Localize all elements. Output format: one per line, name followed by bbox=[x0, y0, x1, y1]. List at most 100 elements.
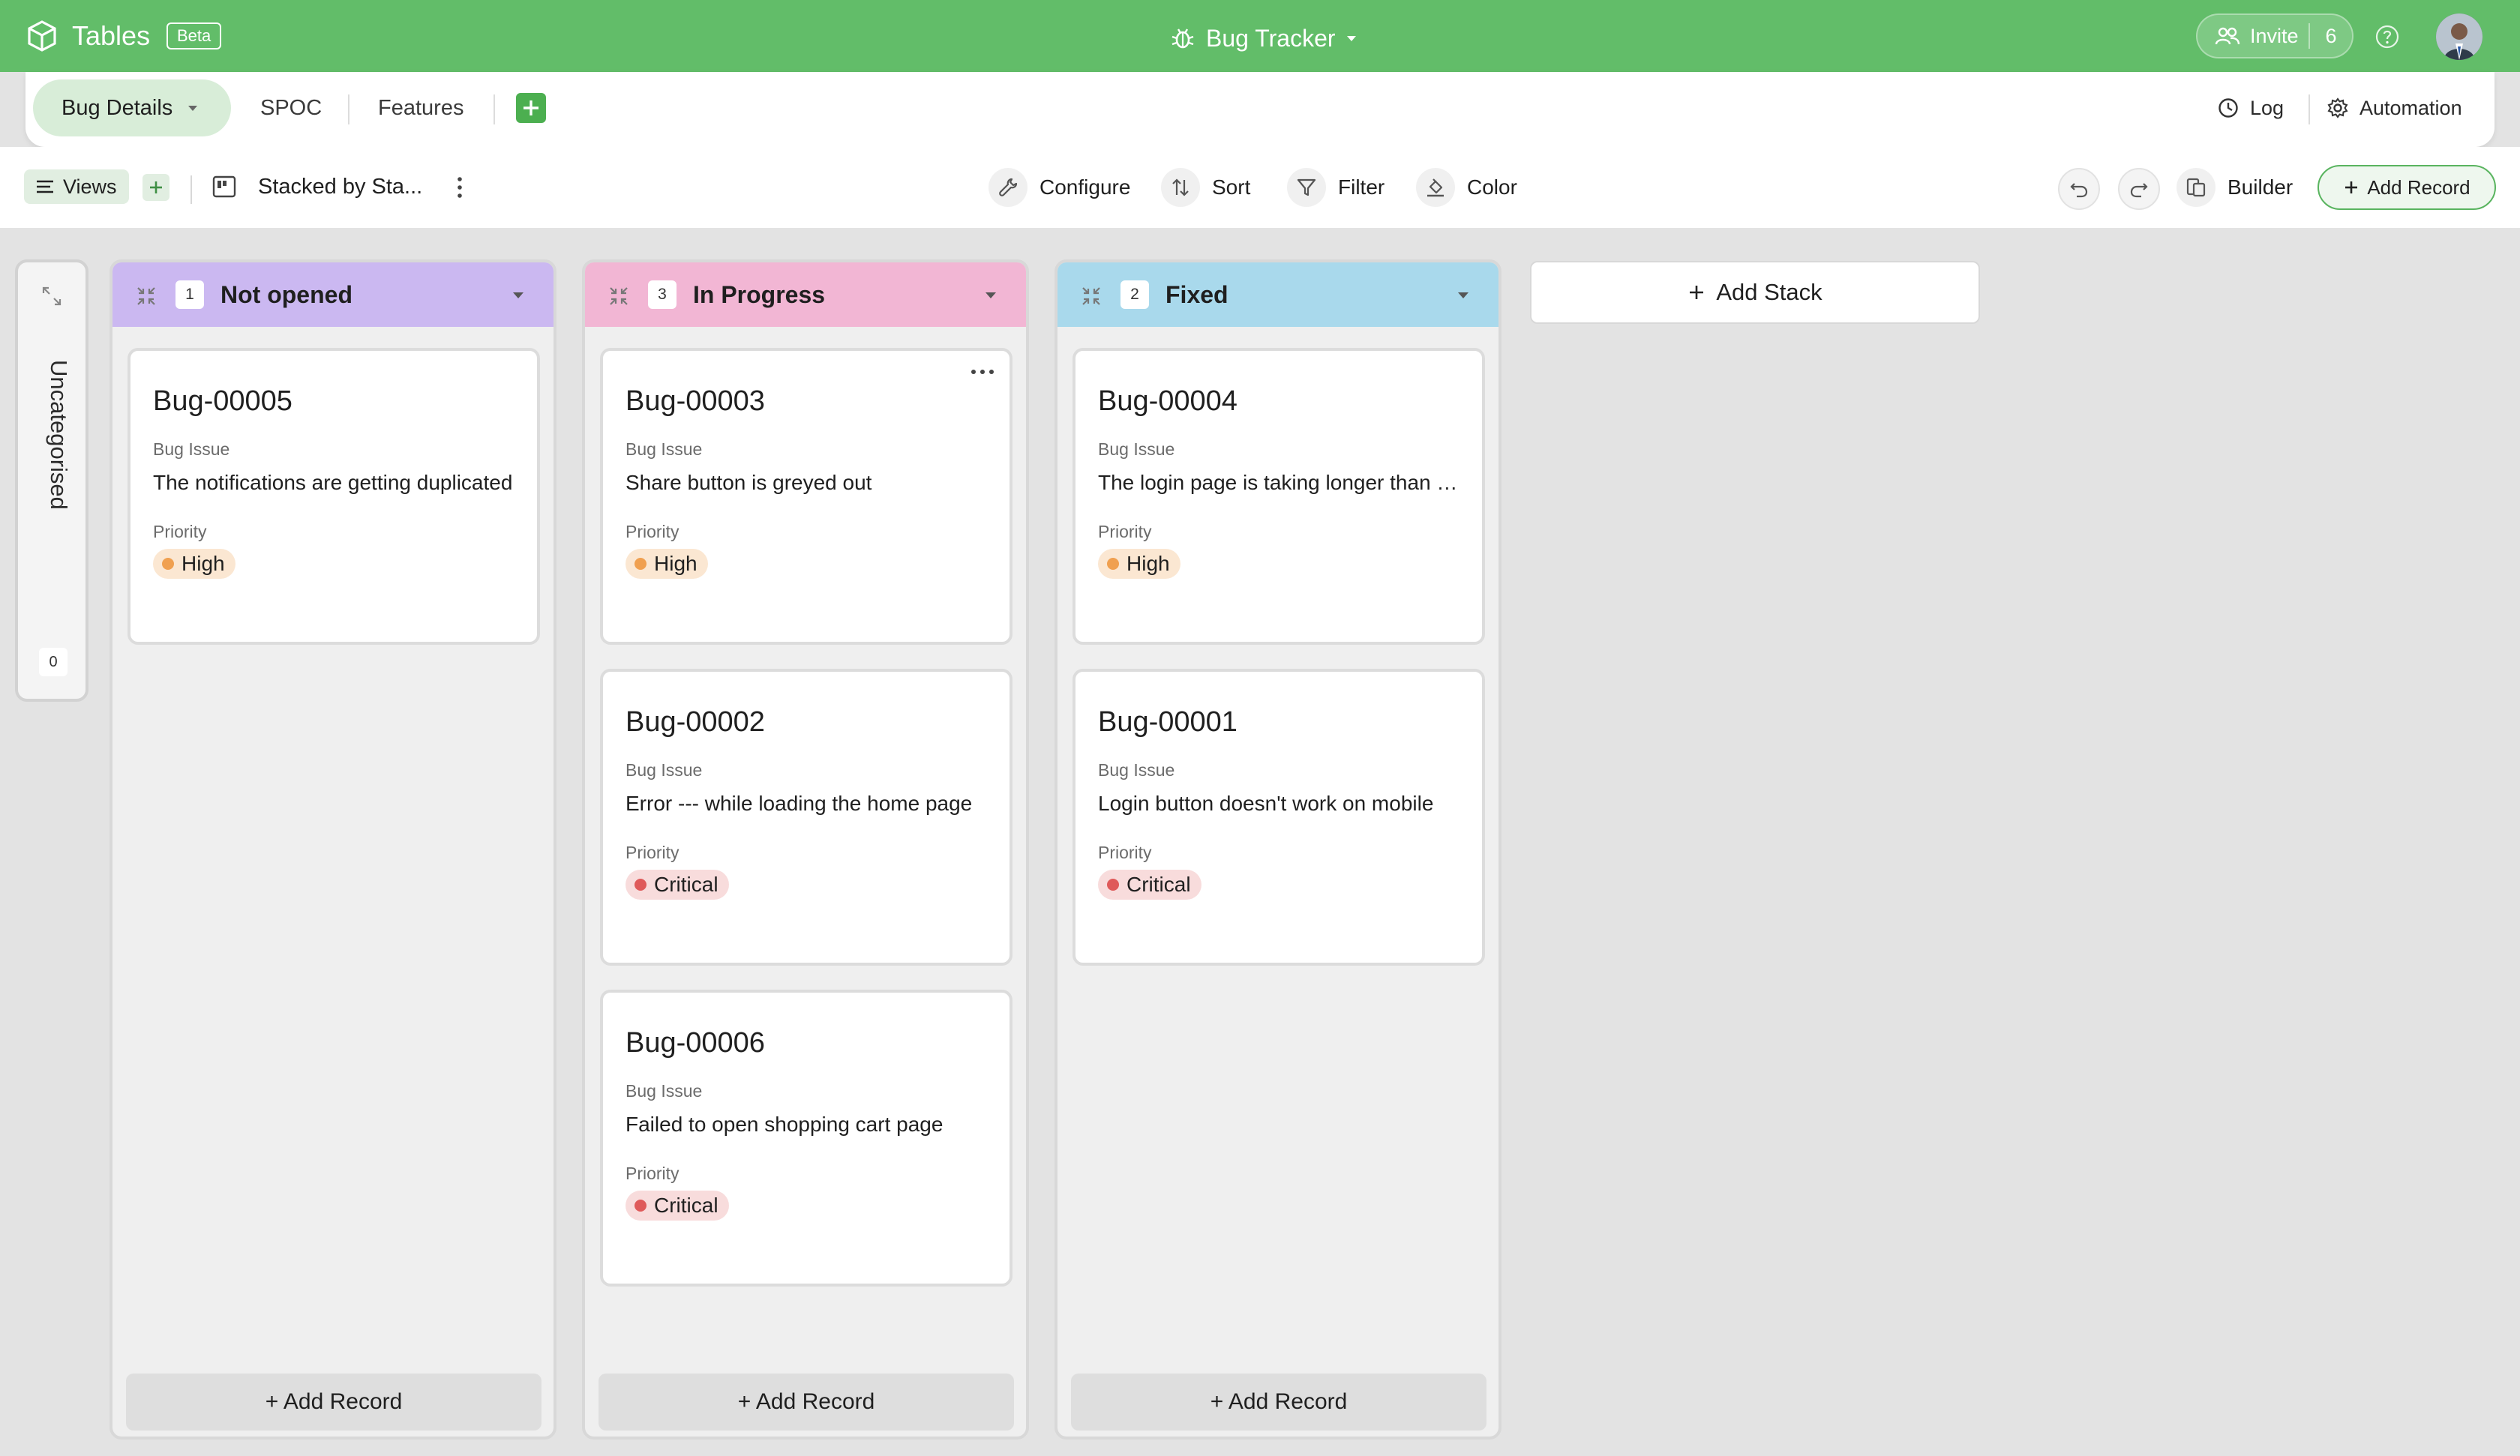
chevron-down-icon[interactable] bbox=[984, 291, 998, 300]
configure-button[interactable]: Configure bbox=[988, 168, 1130, 207]
undo-icon bbox=[2068, 178, 2090, 200]
priority-badge: High bbox=[1098, 549, 1180, 579]
beta-badge: Beta bbox=[166, 22, 222, 49]
bug-issue-value: Login button doesn't work on mobile bbox=[1098, 792, 1434, 815]
divider bbox=[348, 94, 350, 124]
stack-not-opened: 1 Not opened Bug-00005 Bug Issue The not… bbox=[110, 259, 556, 1440]
field-label: Bug Issue bbox=[153, 439, 230, 459]
configure-label: Configure bbox=[1040, 175, 1131, 199]
stack-name: In Progress bbox=[693, 281, 826, 308]
record-id: Bug-00004 bbox=[1098, 385, 1238, 417]
stack-add-record-button[interactable]: + Add Record bbox=[1071, 1374, 1486, 1431]
builder-button[interactable]: Builder bbox=[2176, 168, 2293, 207]
plus-icon bbox=[1688, 283, 1706, 301]
base-title-dropdown[interactable]: Bug Tracker bbox=[1170, 21, 1357, 55]
stack-name: Fixed bbox=[1166, 281, 1228, 308]
add-stack-button[interactable]: Add Stack bbox=[1530, 261, 1980, 324]
tab-bug-details[interactable]: Bug Details bbox=[33, 79, 231, 136]
invite-button[interactable]: Invite 6 bbox=[2196, 13, 2354, 58]
status-dot bbox=[1107, 879, 1119, 891]
add-record-button[interactable]: Add Record bbox=[2318, 165, 2496, 210]
field-label: Priority bbox=[1098, 522, 1152, 541]
chevron-down-icon[interactable] bbox=[512, 291, 525, 300]
uncategorised-label: Uncategorised bbox=[46, 360, 72, 510]
stack-header[interactable]: 1 Not opened bbox=[112, 262, 554, 327]
priority-value: High bbox=[1126, 552, 1170, 575]
priority-badge: High bbox=[153, 549, 236, 579]
help-circle-icon[interactable] bbox=[2374, 24, 2400, 49]
record-card[interactable]: Bug-00002 Bug Issue Error --- while load… bbox=[600, 669, 1012, 966]
menu-icon bbox=[34, 178, 56, 196]
clock-icon bbox=[2217, 97, 2240, 119]
record-card[interactable]: Bug-00001 Bug Issue Login button doesn't… bbox=[1072, 669, 1485, 966]
table-tab-bar: Bug Details SPOC Features Log Automation bbox=[26, 72, 2494, 147]
field-label: Priority bbox=[626, 522, 680, 541]
wrench-icon bbox=[988, 168, 1028, 207]
builder-icon bbox=[2176, 168, 2216, 207]
sort-button[interactable]: Sort bbox=[1161, 168, 1250, 207]
stack-add-record-button[interactable]: + Add Record bbox=[126, 1374, 542, 1431]
users-icon bbox=[2214, 25, 2241, 46]
record-card[interactable]: Bug-00005 Bug Issue The notifications ar… bbox=[128, 348, 540, 645]
stack-fixed: 2 Fixed Bug-00004 Bug Issue The login pa… bbox=[1054, 259, 1502, 1440]
record-card[interactable]: Bug-00006 Bug Issue Failed to open shopp… bbox=[600, 990, 1012, 1287]
filter-button[interactable]: Filter bbox=[1287, 168, 1384, 207]
add-record-label: Add Record bbox=[2367, 175, 2470, 199]
field-label: Bug Issue bbox=[626, 760, 703, 780]
view-toolbar: Views Stacked by Sta... Configure Sort F… bbox=[0, 147, 2520, 228]
add-view-button[interactable] bbox=[142, 174, 170, 201]
uncategorised-stack[interactable]: Uncategorised 0 bbox=[15, 259, 88, 702]
stack-header[interactable]: 3 In Progress bbox=[585, 262, 1026, 327]
filter-icon bbox=[1287, 168, 1326, 207]
more-vertical-icon[interactable] bbox=[450, 174, 470, 201]
stack-add-record-button[interactable]: + Add Record bbox=[598, 1374, 1014, 1431]
priority-value: Critical bbox=[1126, 873, 1191, 896]
views-button[interactable]: Views bbox=[24, 169, 129, 204]
stack-header[interactable]: 2 Fixed bbox=[1058, 262, 1498, 327]
priority-badge: Critical bbox=[1098, 870, 1202, 900]
priority-value: Critical bbox=[654, 1194, 718, 1217]
record-card[interactable]: Bug-00003 Bug Issue Share button is grey… bbox=[600, 348, 1012, 645]
undo-button[interactable] bbox=[2058, 168, 2100, 210]
current-view[interactable]: Stacked by Sta... bbox=[212, 169, 422, 204]
bug-issue-value: The login page is taking longer than exp… bbox=[1098, 471, 1466, 494]
kanban-view-icon bbox=[212, 174, 237, 199]
collapse-icon[interactable] bbox=[135, 285, 158, 307]
collapse-icon[interactable] bbox=[608, 285, 630, 307]
bug-icon bbox=[1170, 25, 1196, 51]
color-button[interactable]: Color bbox=[1416, 168, 1517, 207]
paint-bucket-icon bbox=[1416, 168, 1455, 207]
field-label: Priority bbox=[1098, 843, 1152, 862]
chevron-down-icon[interactable] bbox=[1456, 291, 1470, 300]
record-card[interactable]: Bug-00004 Bug Issue The login page is ta… bbox=[1072, 348, 1485, 645]
app-name: Tables bbox=[72, 20, 151, 51]
user-avatar[interactable] bbox=[2436, 13, 2482, 60]
automation-label: Automation bbox=[2360, 96, 2462, 119]
add-table-button[interactable] bbox=[516, 93, 546, 123]
status-dot bbox=[162, 558, 174, 570]
chevron-down-icon[interactable] bbox=[188, 104, 198, 112]
stack-name: Not opened bbox=[220, 281, 352, 308]
divider bbox=[494, 94, 495, 124]
automation-button[interactable]: Automation bbox=[2326, 79, 2462, 136]
tab-features[interactable]: Features bbox=[378, 79, 464, 136]
field-label: Bug Issue bbox=[1098, 439, 1175, 459]
more-horizontal-icon[interactable] bbox=[969, 367, 996, 376]
expand-icon[interactable] bbox=[40, 285, 63, 307]
priority-badge: Critical bbox=[626, 870, 729, 900]
invite-label: Invite bbox=[2250, 24, 2299, 47]
gear-icon bbox=[2326, 97, 2349, 119]
field-label: Priority bbox=[626, 1164, 680, 1183]
priority-badge: Critical bbox=[626, 1191, 729, 1221]
record-id: Bug-00005 bbox=[153, 385, 292, 417]
tab-spoc[interactable]: SPOC bbox=[260, 79, 322, 136]
log-button[interactable]: Log bbox=[2217, 79, 2284, 136]
sort-label: Sort bbox=[1212, 175, 1251, 199]
redo-button[interactable] bbox=[2118, 168, 2160, 210]
tables-logo-icon[interactable] bbox=[26, 19, 58, 52]
tab-label: Bug Details bbox=[62, 95, 173, 120]
color-label: Color bbox=[1467, 175, 1517, 199]
status-dot bbox=[634, 879, 646, 891]
collapse-icon[interactable] bbox=[1080, 285, 1102, 307]
status-dot bbox=[634, 558, 646, 570]
